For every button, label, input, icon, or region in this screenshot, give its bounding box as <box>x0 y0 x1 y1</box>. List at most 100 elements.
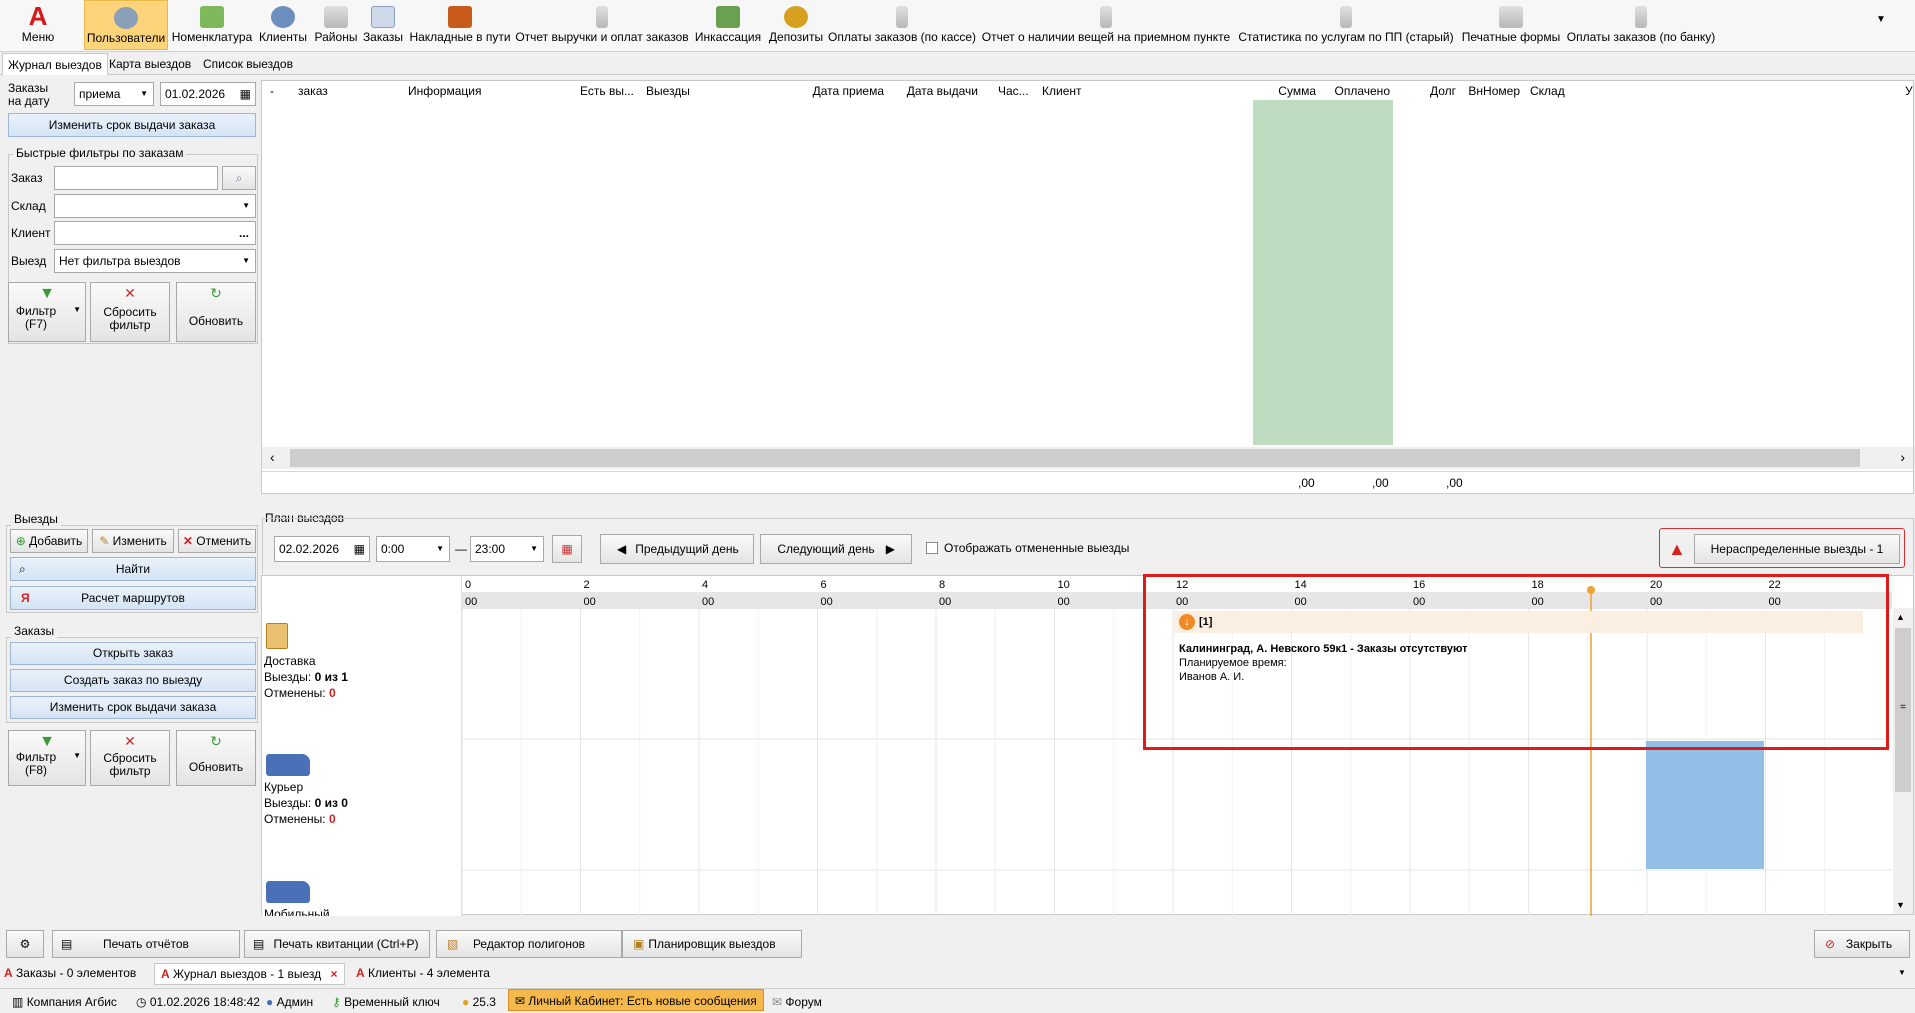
col-header-trips[interactable]: Выезды <box>646 84 690 98</box>
plan-date-input[interactable]: 02.02.2026 ▦ <box>274 536 370 562</box>
calendar-icon[interactable]: ▦ <box>354 537 365 561</box>
client-input[interactable]: ... <box>54 221 256 245</box>
order-search-input[interactable] <box>54 166 218 190</box>
status-datetime: ◷ 01.02.2026 18:48:42 <box>136 995 260 1009</box>
toolbar-orders[interactable]: Заказы <box>362 0 404 50</box>
filter-f7-label: Фильтр (F7) <box>15 304 57 331</box>
toolbar-districts[interactable]: Районы <box>312 0 360 50</box>
date-value: 01.02.2026 <box>165 87 226 101</box>
calendar-red-button[interactable]: ▦ <box>552 535 582 563</box>
toolbar-payments-bank[interactable]: Оплаты заказов (по банку) <box>1566 0 1716 50</box>
toolbar-service-stats[interactable]: Статистика по услугам по ПП (старый) <box>1236 0 1456 50</box>
unassigned-trips-button[interactable]: Нераспределенные выезды - 1 <box>1694 534 1900 564</box>
toolbar-items-report[interactable]: Отчет о наличии вещей на приемном пункте <box>978 0 1234 50</box>
scroll-right-icon[interactable]: › <box>1900 449 1905 465</box>
open-order-button[interactable]: Открыть заказ <box>10 642 256 665</box>
tab-trips-list[interactable]: Список выездов <box>198 53 298 75</box>
change-term-button[interactable]: Изменить срок выдачи заказа <box>8 113 256 137</box>
col-header-paid[interactable]: Оплачено <box>1318 84 1390 98</box>
trip-planner-button[interactable]: ▣ Планировщик выездов <box>622 930 802 958</box>
van-icon <box>266 881 310 903</box>
refresh-button-2[interactable]: ↻ Обновить <box>176 730 256 786</box>
close-button[interactable]: ⊘ Закрыть <box>1814 930 1910 958</box>
col-header-issue-date[interactable]: Дата выдачи <box>888 84 978 98</box>
scroll-down-icon[interactable]: ▼ <box>1896 900 1905 910</box>
scroll-left-icon[interactable]: ‹ <box>270 449 275 465</box>
reset-filter-button[interactable]: ✕ Сбросить фильтр <box>90 282 170 342</box>
show-cancelled-checkbox[interactable] <box>926 542 938 554</box>
col-header-extra[interactable]: У <box>1905 84 1913 98</box>
col-header-debt[interactable]: Долг <box>1394 84 1456 98</box>
filter-f7-button[interactable]: ▼ Фильтр (F7) ▼ <box>8 282 86 342</box>
order-search-button[interactable]: ⌕ <box>222 166 256 190</box>
doc-tab-trips-journal[interactable]: A Журнал выездов - 1 выезд × <box>154 963 345 985</box>
tab-trips-journal[interactable]: Журнал выездов <box>2 53 108 75</box>
filter-dropdown-icon[interactable]: ▼ <box>73 751 81 760</box>
doc-tab-clients[interactable]: A Клиенты - 4 элемента <box>356 966 490 980</box>
col-header-client[interactable]: Клиент <box>1042 84 1082 98</box>
print-receipt-button[interactable]: ▤ Печать квитанции (Ctrl+P) <box>244 930 430 958</box>
plan-time-to[interactable]: 23:00 <box>470 536 544 562</box>
find-trip-button[interactable]: ⌕ Найти <box>10 557 256 581</box>
vertical-scrollbar[interactable]: ▲ = ▼ <box>1893 608 1913 914</box>
col-header-accept-date[interactable]: Дата приема <box>792 84 884 98</box>
toolbar-waybills[interactable]: Накладные в пути <box>408 0 512 50</box>
col-header-info[interactable]: Информация <box>408 84 481 98</box>
scroll-up-icon[interactable]: ▲ <box>1896 612 1905 622</box>
filter-f8-button[interactable]: ▼ Фильтр (F8) ▼ <box>8 730 86 786</box>
tabs-overflow-icon[interactable]: ▼ <box>1898 968 1906 977</box>
scroll-thumb[interactable] <box>290 449 1860 467</box>
horizontal-scrollbar[interactable]: ‹ › <box>262 447 1913 469</box>
refresh-button[interactable]: ↻ Обновить <box>176 282 256 342</box>
toolbar-collection[interactable]: Инкассация <box>692 0 764 50</box>
toolbar-overflow-icon[interactable]: ▼ <box>1876 14 1886 25</box>
warehouse-select[interactable] <box>54 194 256 218</box>
trip-filter-select[interactable]: Нет фильтра выездов <box>54 249 256 273</box>
add-trip-button[interactable]: ⊕ Добавить <box>10 529 88 553</box>
next-day-button[interactable]: Следующий день ▶ <box>760 534 912 564</box>
toolbar-users[interactable]: Пользователи <box>84 0 168 50</box>
col-header-marker[interactable]: - <box>270 84 274 98</box>
toolbar-clients[interactable]: Клиенты <box>256 0 310 50</box>
create-order-button[interactable]: Создать заказ по выезду <box>10 669 256 692</box>
col-header-warehouse[interactable]: Склад <box>1530 84 1565 98</box>
toolbar-nomenclature[interactable]: Номенклатура <box>170 0 254 50</box>
report-icon <box>1100 6 1112 28</box>
print-reports-button[interactable]: ▤ Печать отчётов <box>52 930 240 958</box>
col-header-hour[interactable]: Час... <box>998 84 1029 98</box>
client-browse-button[interactable]: ... <box>239 222 249 244</box>
col-header-inner-number[interactable]: ВнНомер <box>1458 84 1520 98</box>
edit-trip-button[interactable]: ✎ Изменить <box>92 529 174 553</box>
route-calc-button[interactable]: Я Расчет маршрутов <box>10 586 256 610</box>
vertical-scroll-thumb[interactable]: = <box>1895 628 1911 792</box>
doc-tab-orders[interactable]: A Заказы - 0 элементов <box>4 966 136 980</box>
change-term-button-2[interactable]: Изменить срок выдачи заказа <box>10 696 256 719</box>
resource-courier-trips: Выезды: 0 из 0 <box>264 796 348 810</box>
date-input[interactable]: 01.02.2026 ▦ <box>160 82 256 106</box>
col-header-order[interactable]: заказ <box>298 84 328 98</box>
toolbar-deposits[interactable]: Депозиты <box>766 0 826 50</box>
toolbar-revenue-report[interactable]: Отчет выручки и оплат заказов <box>514 0 690 50</box>
polygon-editor-button[interactable]: ▧ Редактор полигонов <box>436 930 622 958</box>
calendar-icon[interactable]: ▦ <box>240 83 251 105</box>
toolbar-print-forms[interactable]: Печатные формы <box>1458 0 1564 50</box>
orders-title: Заказы <box>11 624 58 638</box>
menu-button[interactable]: A Меню <box>10 0 66 50</box>
col-header-sum[interactable]: Сумма <box>1254 84 1316 98</box>
tab-trips-map[interactable]: Карта выездов <box>104 53 196 75</box>
cancel-trip-button[interactable]: ✕ Отменить <box>178 529 256 553</box>
deposit-icon <box>784 6 808 28</box>
toolbar-payments-cash[interactable]: Оплаты заказов (по кассе) <box>828 0 976 50</box>
filter-dropdown-icon[interactable]: ▼ <box>73 305 81 314</box>
settings-button[interactable]: ⚙ <box>6 930 44 958</box>
reset-filter-button-2[interactable]: ✕ Сбросить фильтр <box>90 730 170 786</box>
totals-row: ,00 ,00 ,00 <box>262 471 1913 493</box>
status-forum[interactable]: ✉ Форум <box>772 995 822 1009</box>
date-mode-select[interactable]: приема <box>74 82 154 106</box>
close-tab-icon[interactable]: × <box>331 967 338 981</box>
plan-time-from[interactable]: 0:00 <box>376 536 450 562</box>
trip-bar[interactable] <box>1646 741 1764 869</box>
prev-day-button[interactable]: ◀ Предыдущий день <box>600 534 754 564</box>
col-header-has-trip[interactable]: Есть вы... <box>580 84 634 98</box>
status-cabinet[interactable]: ✉ Личный Кабинет: Есть новые сообщения <box>508 989 764 1011</box>
